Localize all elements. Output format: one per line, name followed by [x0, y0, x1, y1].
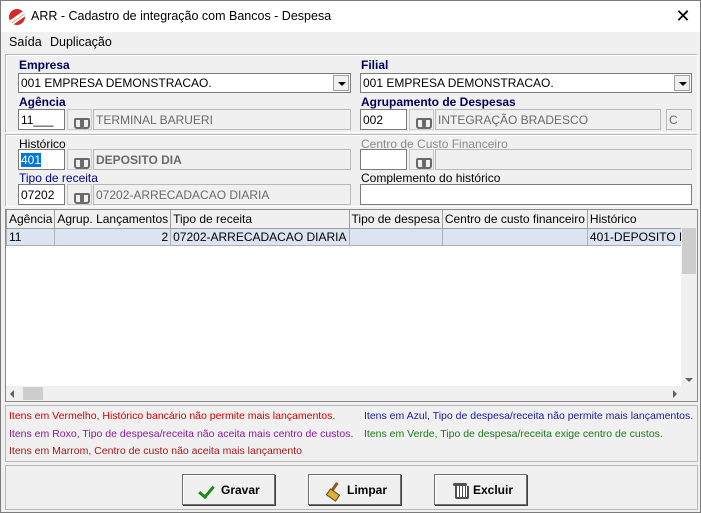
grid-cell[interactable]: 07202-ARRECADACAO DIARIA	[170, 228, 350, 246]
vertical-scroll-thumb[interactable]	[682, 228, 696, 274]
tipo-receita-label: Tipo de receita	[19, 171, 98, 185]
agencia-search-icon[interactable]	[67, 109, 92, 130]
clear-button[interactable]: Limpar	[308, 474, 401, 505]
delete-button-label: Excluir	[473, 483, 514, 497]
grid-column-header[interactable]: Tipo de receita	[170, 210, 350, 229]
legend-maroon: Itens em Marrom, Centro de custo não ace…	[9, 445, 302, 457]
grid-cell[interactable]	[442, 228, 588, 246]
app-logo-icon	[9, 9, 25, 25]
grid-column-header[interactable]: Centro de custo financeiro	[442, 210, 588, 229]
agencia-code-input[interactable]: 11___	[18, 109, 65, 130]
broom-icon	[325, 482, 343, 498]
agrupamento-extra: C	[666, 109, 692, 130]
tipo-receita-description: 07202-ARRECADACAO DIARIA	[93, 184, 351, 205]
menu-bar: Saída Duplicação	[1, 32, 700, 52]
grid-header-row: Agência Agrup. Lançamentos Tipo de recei…	[6, 210, 697, 229]
menu-saida[interactable]: Saída	[9, 35, 42, 49]
title-bar: ARR - Cadastro de integração com Bancos …	[1, 1, 700, 32]
grid-column-header[interactable]: Tipo de despesa	[349, 210, 443, 229]
clear-button-label: Limpar	[347, 483, 388, 497]
agencia-label: Agência	[19, 95, 66, 109]
scroll-down-icon[interactable]	[685, 378, 693, 382]
empresa-value: 001 EMPRESA DEMONSTRACAO.	[21, 76, 212, 90]
filial-value: 001 EMPRESA DEMONSTRACAO.	[363, 76, 554, 90]
historico-code-input[interactable]: 401	[18, 149, 65, 170]
complemento-label: Complemento do histórico	[361, 171, 501, 185]
tipo-receita-search-icon[interactable]	[67, 184, 92, 205]
button-bar: Gravar Limpar Excluir	[5, 465, 698, 510]
color-legend: Itens em Vermelho, Histórico bancário nã…	[5, 405, 698, 462]
agencia-description: TERMINAL BARUERI	[93, 109, 351, 130]
grid-column-header[interactable]: Agência	[6, 210, 56, 229]
vertical-scrollbar[interactable]	[681, 210, 697, 386]
grid-column-header[interactable]: Agrup. Lançamentos	[54, 210, 172, 229]
check-icon	[199, 482, 217, 498]
agrupamento-label: Agrupamento de Despesas	[361, 95, 516, 109]
sort-indicator-icon[interactable]	[6, 210, 7, 229]
filial-label: Filial	[361, 58, 389, 72]
centro-custo-search-icon[interactable]	[409, 149, 434, 170]
menu-duplicacao[interactable]: Duplicação	[50, 35, 112, 49]
scroll-right-icon[interactable]	[673, 390, 677, 398]
legend-purple: Itens em Roxo, Tipo de despesa/receita n…	[9, 428, 354, 440]
scroll-left-icon[interactable]	[10, 390, 14, 398]
grid-cell[interactable]: 2	[54, 228, 172, 246]
empresa-select[interactable]: 001 EMPRESA DEMONSTRACAO.	[18, 73, 351, 93]
legend-green: Itens em Verde, Tipo de despesa/receita …	[364, 428, 663, 440]
agrupamento-search-icon[interactable]	[409, 109, 434, 130]
table-row[interactable]: 11 2 07202-ARRECADACAO DIARIA 401-DEPOSI…	[6, 228, 697, 246]
agrupamento-description: INTEGRAÇÃO BRADESCO	[435, 109, 661, 130]
tipo-receita-code-input[interactable]: 07202	[18, 184, 65, 205]
main-window: ARR - Cadastro de integração com Bancos …	[0, 0, 701, 513]
centro-custo-description	[435, 149, 692, 170]
close-icon[interactable]: ✕	[666, 1, 700, 32]
complemento-input[interactable]	[360, 184, 692, 205]
historico-code-value: 401	[21, 153, 42, 167]
delete-button[interactable]: Excluir	[434, 474, 527, 505]
agrupamento-code-input[interactable]: 002	[360, 109, 407, 130]
historico-search-icon[interactable]	[67, 149, 92, 170]
horizontal-scroll-thumb[interactable]	[23, 387, 43, 400]
records-grid[interactable]: Agência Agrup. Lançamentos Tipo de recei…	[5, 209, 698, 402]
horizontal-scrollbar[interactable]	[6, 386, 697, 401]
chevron-down-icon[interactable]	[333, 75, 349, 91]
save-button-label: Gravar	[221, 483, 260, 497]
chevron-down-icon[interactable]	[674, 75, 690, 91]
legend-red: Itens em Vermelho, Histórico bancário nã…	[9, 410, 336, 422]
historico-description: DEPOSITO DIA	[93, 149, 351, 170]
legend-blue: Itens em Azul, Tipo de despesa/receita n…	[364, 410, 694, 422]
window-title: ARR - Cadastro de integração com Bancos …	[31, 9, 332, 23]
centro-custo-code-input[interactable]	[360, 149, 407, 170]
empresa-label: Empresa	[19, 58, 70, 72]
grid-cell[interactable]: 11	[6, 228, 56, 246]
grid-cell[interactable]	[349, 228, 443, 246]
filial-select[interactable]: 001 EMPRESA DEMONSTRACAO.	[360, 73, 692, 93]
trash-icon	[451, 482, 469, 499]
save-button[interactable]: Gravar	[182, 474, 275, 505]
current-row-arrow-icon	[6, 228, 7, 246]
